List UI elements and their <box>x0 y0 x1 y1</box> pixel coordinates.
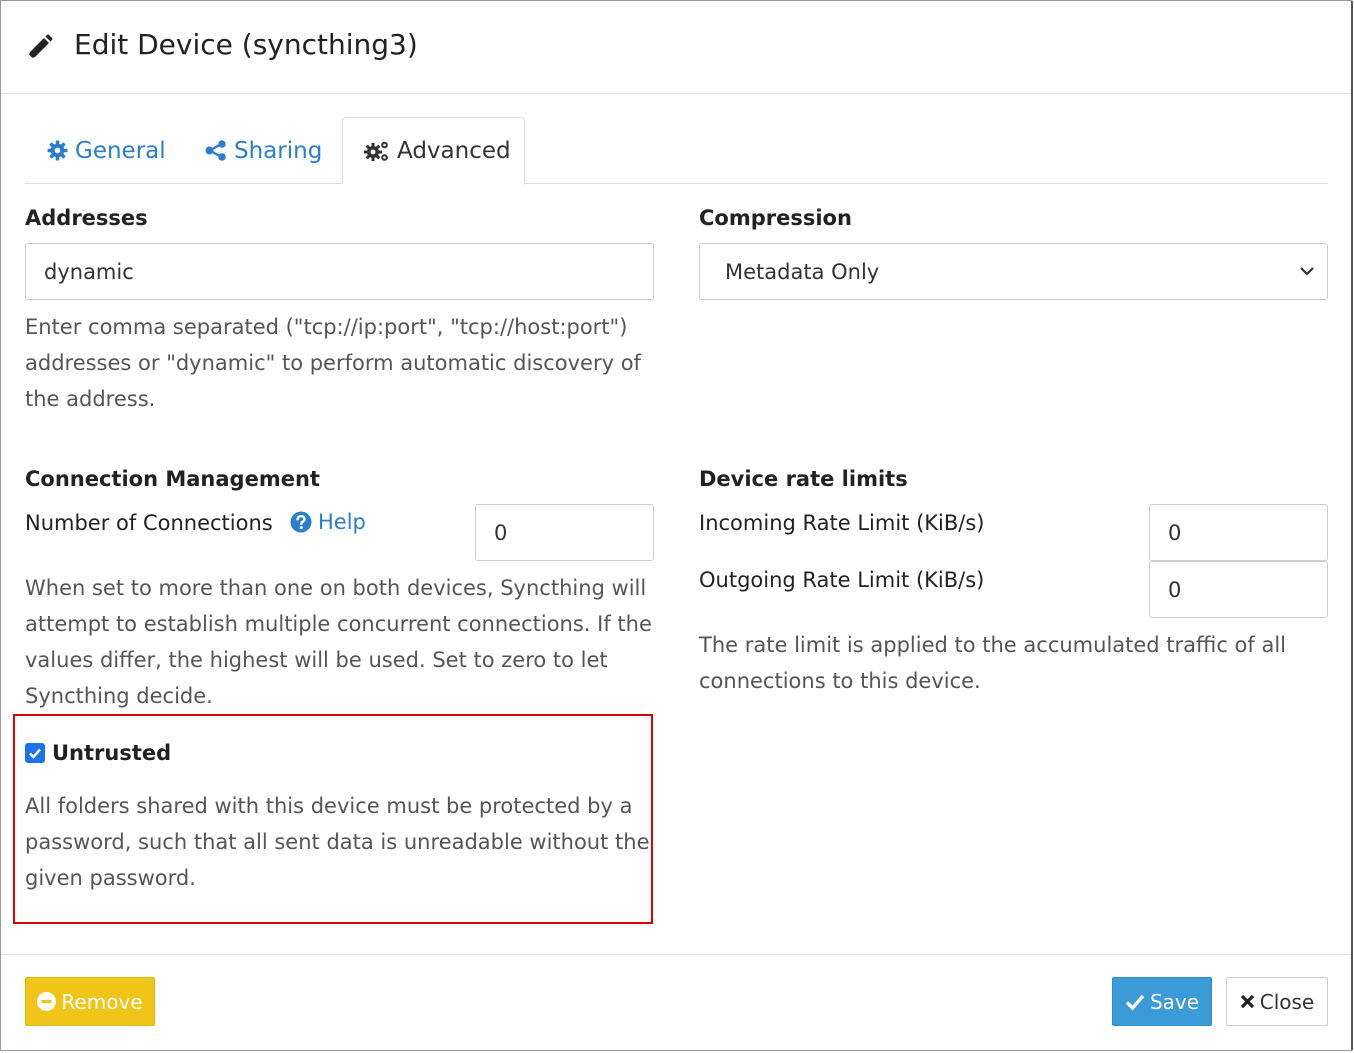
remove-button[interactable]: Remove <box>25 977 155 1026</box>
close-icon <box>1240 994 1254 1009</box>
num-connections-label: Number of Connections <box>25 511 273 535</box>
share-icon <box>205 140 226 161</box>
check-icon <box>1125 994 1145 1010</box>
connection-help-line: When set to more than one on both device… <box>25 576 647 600</box>
pencil-icon <box>28 34 53 59</box>
tab-general-label: General <box>75 137 166 164</box>
tab-sharing-label: Sharing <box>234 137 323 164</box>
addresses-help: Enter comma separated ("tcp://ip:port", … <box>25 309 665 417</box>
outgoing-rate-label: Outgoing Rate Limit (KiB/s) <box>699 568 985 592</box>
checkmark-icon <box>29 748 41 759</box>
connection-help-line: attempt to establish multiple concurrent… <box>25 612 652 636</box>
connection-management-label: Connection Management <box>25 467 320 491</box>
addresses-label: Addresses <box>25 206 148 230</box>
edit-device-dialog: Edit Device (syncthing3) General Sharing… <box>0 0 1353 1052</box>
close-button[interactable]: Close <box>1226 977 1328 1026</box>
rate-help-line: The rate limit is applied to the accumul… <box>699 633 1287 657</box>
tab-advanced[interactable]: Advanced <box>342 117 525 185</box>
chevron-down-icon <box>1300 267 1314 276</box>
rate-limits-label: Device rate limits <box>699 467 908 491</box>
untrusted-help: All folders shared with this device must… <box>25 788 651 896</box>
num-connections-input[interactable]: 0 <box>475 504 654 561</box>
untrusted-checkbox[interactable] <box>25 743 45 763</box>
cogs-icon <box>364 141 388 161</box>
addresses-help-line: Enter comma separated ("tcp://ip:port", … <box>25 315 628 339</box>
rate-limits-help: The rate limit is applied to the accumul… <box>699 627 1339 699</box>
dialog-header: Edit Device (syncthing3) <box>1 1 1351 94</box>
connection-help-line: values differ, the highest will be used.… <box>25 648 608 672</box>
remove-button-label: Remove <box>61 989 143 1014</box>
outgoing-rate-input[interactable]: 0 <box>1149 561 1328 618</box>
dialog-title: Edit Device (syncthing3) <box>74 28 418 61</box>
addresses-help-line: the address. <box>25 387 156 411</box>
compression-select[interactable]: Metadata Only <box>699 243 1328 300</box>
save-button-label: Save <box>1149 989 1200 1014</box>
help-link[interactable]: Help <box>290 510 366 534</box>
addresses-input[interactable]: dynamic <box>25 243 654 300</box>
untrusted-help-line: given password. <box>25 866 196 890</box>
gear-icon <box>47 140 68 161</box>
connection-help-line: Syncthing decide. <box>25 684 213 708</box>
incoming-rate-label: Incoming Rate Limit (KiB/s) <box>699 511 985 535</box>
close-button-label: Close <box>1259 989 1315 1014</box>
tab-sharing[interactable]: Sharing <box>205 117 322 184</box>
compression-label: Compression <box>699 206 852 230</box>
untrusted-help-line: password, such that all sent data is unr… <box>25 830 650 854</box>
compression-selected-value: Metadata Only <box>725 259 880 284</box>
minus-circle-icon <box>37 992 57 1011</box>
incoming-rate-input[interactable]: 0 <box>1149 504 1328 561</box>
rate-help-line: connections to this device. <box>699 669 981 693</box>
dialog-footer: Remove Save Close <box>1 954 1351 1052</box>
tab-advanced-label: Advanced <box>397 138 511 164</box>
question-circle-icon <box>290 511 312 533</box>
untrusted-label[interactable]: Untrusted <box>52 741 171 765</box>
connection-management-help: When set to more than one on both device… <box>25 570 665 714</box>
untrusted-help-line: All folders shared with this device must… <box>25 794 633 818</box>
tab-bar: General Sharing Advanced <box>25 117 1328 185</box>
tab-general[interactable]: General <box>47 117 166 184</box>
addresses-help-line: addresses or "dynamic" to perform automa… <box>25 351 641 375</box>
save-button[interactable]: Save <box>1112 977 1212 1026</box>
help-link-label: Help <box>318 510 366 534</box>
